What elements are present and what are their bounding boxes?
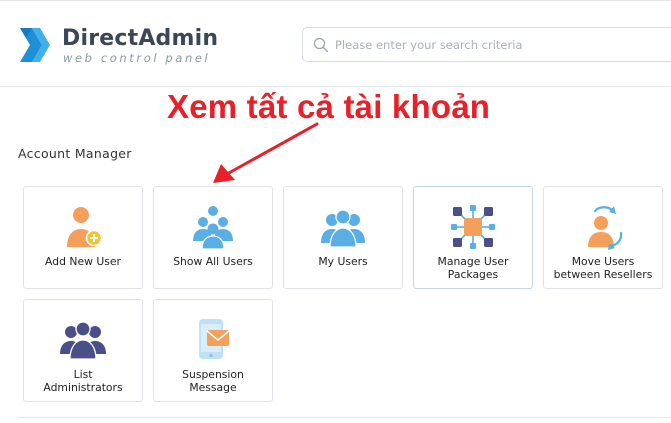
phone-message-icon	[199, 319, 230, 359]
users-group-icon	[193, 206, 233, 250]
logo[interactable]: DirectAdmin web control panel	[18, 24, 218, 68]
search-icon	[313, 37, 329, 53]
user-move-icon	[588, 206, 623, 250]
search-box[interactable]	[302, 27, 671, 62]
annotation-arrow-icon	[213, 122, 319, 183]
admins-group-icon	[60, 321, 106, 360]
section-divider	[18, 417, 671, 418]
tile-label-line: Suspension	[182, 368, 244, 381]
tile-my-users[interactable]: My Users	[283, 186, 403, 289]
tile-show-all-users[interactable]: Show All Users	[153, 186, 273, 289]
directadmin-logo-icon	[20, 28, 50, 62]
tile-label-line: Administrators	[43, 380, 123, 394]
section-title: Account Manager	[18, 146, 132, 161]
tile-label: My Users	[318, 255, 368, 268]
page: DirectAdmin web control panel Xem tất cả…	[0, 0, 671, 423]
tile-label: List Administrators	[26, 368, 140, 394]
tile-suspension-message[interactable]: Suspension Message	[153, 299, 273, 402]
tile-label: Suspension Message	[156, 368, 270, 394]
tile-move-users[interactable]: Move Users between Resellers	[543, 186, 663, 289]
search-input[interactable]	[335, 28, 665, 61]
users-icon	[321, 209, 365, 248]
tile-label-line: between Resellers	[553, 267, 653, 281]
tile-label: Move Users between Resellers	[546, 255, 660, 281]
tile-list-administrators[interactable]: List Administrators	[23, 299, 143, 402]
packages-network-icon	[451, 205, 495, 249]
tile-label-line: Move Users	[571, 255, 635, 268]
logo-name: DirectAdmin	[62, 26, 219, 51]
user-plus-icon	[67, 207, 103, 247]
tile-label: Show All Users	[173, 255, 253, 268]
tile-label: Manage User Packages	[416, 255, 530, 281]
logo-tagline: web control panel	[63, 51, 211, 65]
tile-label-line: Manage User	[437, 255, 509, 268]
tile-manage-user-packages[interactable]: Manage User Packages	[413, 186, 533, 289]
tile-label: Add New User	[45, 255, 121, 268]
tile-label-line: Packages	[447, 267, 499, 281]
tile-label-line: Message	[189, 380, 237, 394]
top-header: DirectAdmin web control panel	[0, 0, 671, 87]
tile-add-new-user[interactable]: Add New User	[23, 186, 143, 289]
tile-label-line: List	[73, 368, 93, 381]
header-top-border	[0, 0, 671, 4]
